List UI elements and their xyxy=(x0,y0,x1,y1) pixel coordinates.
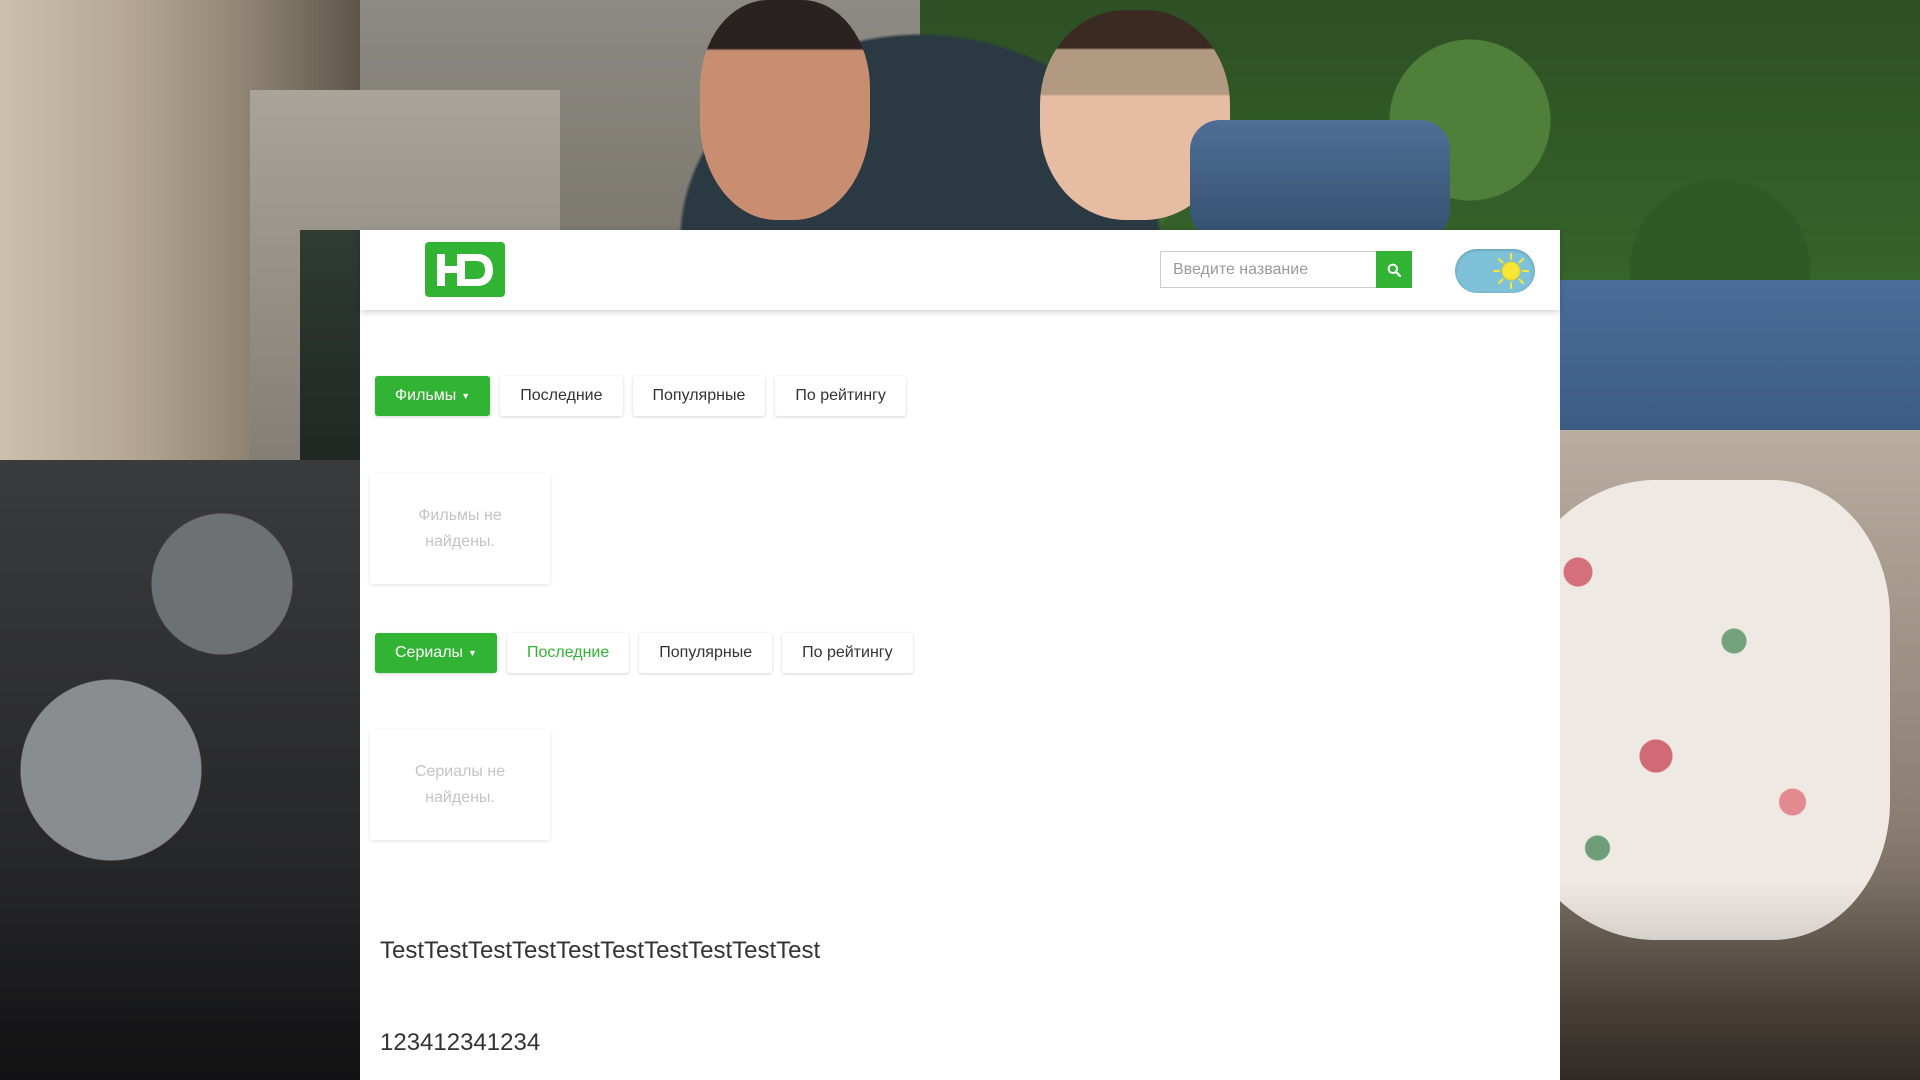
tab-movies[interactable]: Фильмы ▼ xyxy=(375,376,491,416)
series-empty-card: Сериалы не найдены. xyxy=(370,730,550,840)
search-form xyxy=(1160,251,1412,288)
tab-label: Популярные xyxy=(659,644,753,661)
tab-label: Последние xyxy=(520,387,603,404)
caret-down-icon: ▼ xyxy=(468,648,477,658)
tab-series-popular[interactable]: Популярные xyxy=(639,633,773,673)
tab-movies-rating[interactable]: По рейтингу xyxy=(775,376,906,416)
tab-label: По рейтингу xyxy=(802,644,893,661)
search-input[interactable] xyxy=(1160,251,1376,288)
sun-icon xyxy=(1493,253,1529,289)
search-button[interactable] xyxy=(1376,251,1412,288)
tab-label: Последние xyxy=(526,644,610,661)
series-empty-message: Сериалы не найдены. xyxy=(414,763,506,806)
tab-movies-popular[interactable]: Популярные xyxy=(632,376,766,416)
caret-down-icon: ▼ xyxy=(461,391,471,401)
footer-text-line-1: TestTestTestTestTestTestTestTestTestTest xyxy=(380,937,821,964)
tab-series[interactable]: Сериалы ▼ xyxy=(375,633,497,673)
main-panel: Фильмы ▼ Последние Популярные По рейтинг… xyxy=(360,230,1560,1080)
movies-tabs: Фильмы ▼ Последние Популярные По рейтинг… xyxy=(375,376,906,416)
tab-series-rating[interactable]: По рейтингу xyxy=(782,633,913,673)
site-header xyxy=(360,230,1560,310)
movies-empty-card: Фильмы не найдены. xyxy=(370,474,550,584)
theme-toggle[interactable] xyxy=(1455,249,1535,293)
search-icon xyxy=(1387,263,1401,277)
tab-label: Популярные xyxy=(652,387,746,404)
tab-movies-label: Фильмы xyxy=(395,387,457,404)
tab-series-latest[interactable]: Последние xyxy=(506,633,630,673)
series-tabs: Сериалы ▼ Последние Популярные По рейтин… xyxy=(375,633,913,673)
hd-logo-icon xyxy=(437,253,493,286)
site-logo[interactable] xyxy=(425,242,505,297)
tab-movies-latest[interactable]: Последние xyxy=(500,376,623,416)
tab-label: По рейтингу xyxy=(795,387,886,404)
movies-empty-message: Фильмы не найдены. xyxy=(418,507,502,550)
tab-series-label: Сериалы xyxy=(395,644,464,661)
footer-text-line-2: 123412341234 xyxy=(380,1029,541,1056)
